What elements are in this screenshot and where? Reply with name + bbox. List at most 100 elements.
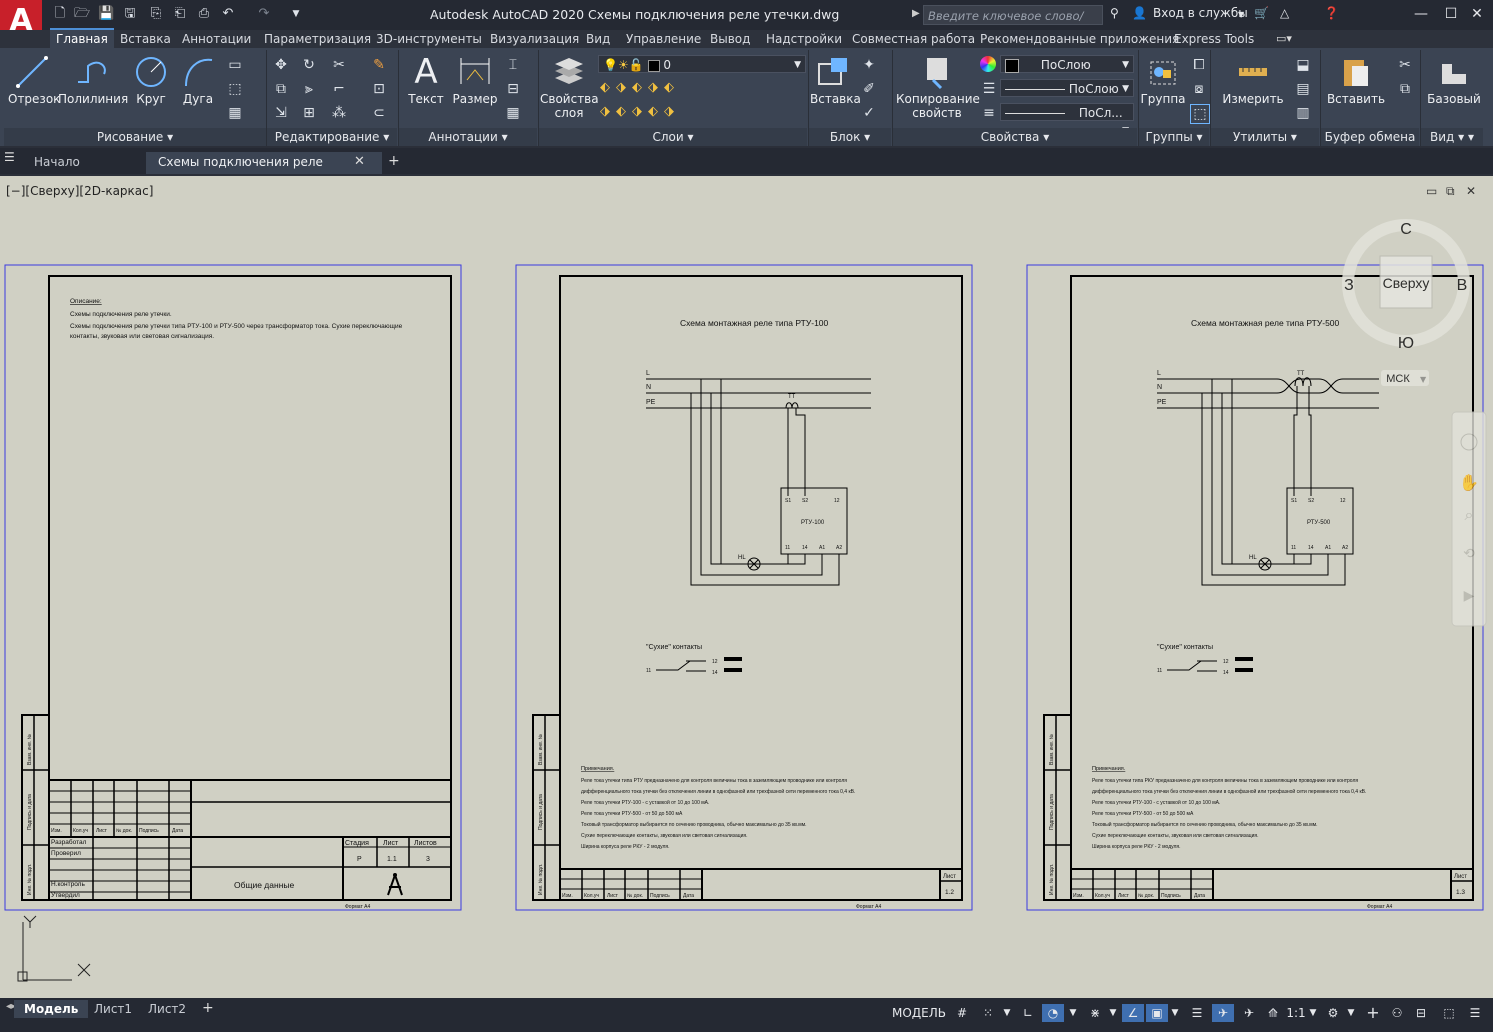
tab-start[interactable]: Начало (22, 152, 156, 174)
new-tab-icon[interactable]: + (388, 153, 400, 169)
annotation-scale-icon[interactable]: ⟰ (1262, 1004, 1284, 1022)
tab-ribbon-9[interactable]: Надстройки (760, 30, 848, 48)
copy-icon[interactable]: ⧉ (272, 80, 290, 98)
base-view-button[interactable]: Базовый (1426, 54, 1482, 106)
explode-icon[interactable]: ⊡ (370, 80, 388, 98)
sign-in-dropdown-icon[interactable]: ▼ (1238, 10, 1244, 19)
layer-tools-row2[interactable]: ⬗⬖⬗⬖⬗ (600, 104, 680, 119)
ortho-icon[interactable]: ∟ (1018, 1004, 1038, 1022)
close-button[interactable]: ✕ (1466, 4, 1488, 24)
groups-panel-title[interactable]: Группы ▾ (1139, 128, 1209, 146)
hardware-acceleration-icon[interactable]: ⊟ (1410, 1004, 1432, 1022)
save-icon[interactable]: 💾 (98, 6, 114, 22)
move-icon[interactable]: ✥ (272, 56, 290, 74)
table-icon[interactable]: ⊟ (504, 80, 522, 98)
line-button[interactable]: Отрезок (8, 54, 60, 106)
chevron-right-icon[interactable]: ▶ (912, 8, 920, 19)
match-properties-button[interactable]: Копирование свойств (896, 54, 980, 120)
ungroup-icon[interactable]: ⧠ (1190, 56, 1208, 74)
group-select-icon[interactable]: ⬚ (1190, 104, 1210, 124)
attribute-icon[interactable]: ✓ (860, 104, 878, 122)
tab-layout2[interactable]: Лист2 (138, 1000, 196, 1018)
quick-select-icon[interactable]: ⬓ (1294, 56, 1312, 74)
customize-icon[interactable]: ☰ (1464, 1004, 1486, 1022)
tab-menu-icon[interactable]: ☰ (4, 150, 15, 164)
tab-ribbon-10[interactable]: Совместная работа (846, 30, 981, 48)
layer-tools-row1[interactable]: ⬖⬗⬖⬗⬖ (600, 80, 680, 95)
utilities-panel-title[interactable]: Утилиты ▾ (1211, 128, 1319, 146)
snap-icon[interactable]: ⁙ (978, 1004, 998, 1022)
offset-icon[interactable]: ⊂ (370, 104, 388, 122)
maximize-button[interactable]: ☐ (1440, 4, 1462, 24)
tab-ribbon-7[interactable]: Управление (620, 30, 707, 48)
id-point-icon[interactable]: ▥ (1294, 104, 1312, 122)
close-tab-icon[interactable]: ✕ (354, 154, 365, 169)
user-icon[interactable]: 👤 (1132, 6, 1147, 20)
web-open-icon[interactable]: ⎘ (148, 6, 164, 22)
view-panel-title[interactable]: Вид ▾ ▾ (1421, 128, 1483, 146)
workspace-gear-icon[interactable]: ⚙ (1322, 1004, 1344, 1022)
group-edit-icon[interactable]: ⧇ (1190, 80, 1208, 98)
scale-dropdown-icon[interactable]: ▼ (1306, 1004, 1320, 1022)
arc-button[interactable]: Дуга (178, 54, 218, 106)
group-button[interactable]: Группа (1140, 54, 1186, 106)
mirror-icon[interactable]: ⫸ (300, 80, 318, 98)
undo-icon[interactable]: ↶ (220, 6, 236, 22)
otrack-icon[interactable]: ∠ (1122, 1004, 1144, 1022)
polyline-button[interactable]: Полилиния (58, 54, 128, 106)
autodesk-icon[interactable]: △ (1280, 6, 1289, 20)
layer-dropdown[interactable]: 💡☀🔓 0 ▼ (598, 55, 806, 73)
polar-dropdown-icon[interactable]: ▼ (1066, 1004, 1080, 1022)
layer-properties-button[interactable]: Свойства слоя (540, 54, 599, 120)
tab-ribbon-3[interactable]: Параметризация (258, 30, 377, 48)
properties-panel-title[interactable]: Свойства ▾ (893, 128, 1137, 146)
add-layout-icon[interactable]: + (202, 1000, 214, 1016)
calculator-icon[interactable]: ▤ (1294, 80, 1312, 98)
redo-icon[interactable]: ↷ (256, 6, 272, 22)
copy-clip-icon[interactable]: ⧉ (1396, 80, 1414, 98)
tab-ribbon-8[interactable]: Вывод (704, 30, 756, 48)
lineweight-dropdown[interactable]: ПоСл... ▼ (1000, 103, 1134, 136)
ribbon-toggle-icon[interactable]: ▭▾ (1276, 32, 1292, 45)
create-block-icon[interactable]: ✦ (860, 56, 878, 74)
isolate-icon[interactable]: ⚇ (1386, 1004, 1408, 1022)
measure-button[interactable]: Измерить (1222, 54, 1284, 106)
polar-icon[interactable]: ◔ (1042, 1004, 1064, 1022)
grid-icon[interactable]: # (952, 1004, 972, 1022)
cut-icon[interactable]: ✂ (1396, 56, 1414, 74)
tab-ribbon-4[interactable]: 3D-инструменты (370, 30, 488, 48)
tab-ribbon-1[interactable]: Вставка (114, 30, 177, 48)
layers-panel-title[interactable]: Слои ▾ (539, 128, 807, 146)
annotation-visibility-icon[interactable]: ✈ (1212, 1004, 1234, 1022)
tab-ribbon-11[interactable]: Рекомендованные приложения (974, 30, 1185, 48)
trim-icon[interactable]: ✂ (330, 56, 348, 74)
tab-model[interactable]: Модель (14, 1000, 89, 1018)
leader-icon[interactable]: ⌶ (504, 56, 522, 74)
linetype-dropdown[interactable]: ПоСлою ▼ (1000, 79, 1134, 97)
erase-icon[interactable]: ✎ (370, 56, 388, 74)
color-dropdown[interactable]: ПоСлою ▼ (1000, 55, 1134, 73)
qat-dropdown-icon[interactable]: ▼ (288, 6, 304, 22)
tab-current-drawing[interactable]: Схемы подключения реле утечки* (146, 152, 382, 189)
binoculars-icon[interactable]: ⚲ (1110, 6, 1119, 20)
help-icon[interactable]: ❓ (1324, 6, 1339, 20)
array-icon[interactable]: ⁂ (330, 104, 348, 122)
new-icon[interactable]: 🗋 (52, 6, 68, 22)
osnap-icon[interactable]: ▣ (1146, 1004, 1168, 1022)
stretch-icon[interactable]: ⇲ (272, 104, 290, 122)
scale-icon[interactable]: ⊞ (300, 104, 318, 122)
insert-block-button[interactable]: Вставка (810, 54, 861, 106)
edit-block-icon[interactable]: ✐ (860, 80, 878, 98)
osnap-dropdown-icon[interactable]: ▼ (1168, 1004, 1182, 1022)
tab-layout1[interactable]: Лист1 (84, 1000, 142, 1018)
modify-panel-title[interactable]: Редактирование ▾ (267, 128, 397, 146)
minimize-button[interactable]: — (1410, 4, 1432, 24)
isodraft-icon[interactable]: ⋇ (1084, 1004, 1106, 1022)
fillet-icon[interactable]: ⌐ (330, 80, 348, 98)
circle-button[interactable]: Круг (130, 54, 172, 106)
tab-ribbon-5[interactable]: Визуализация (484, 30, 585, 48)
dimension-button[interactable]: Размер (452, 54, 498, 106)
cart-icon[interactable]: 🛒 (1254, 6, 1269, 20)
iso-dropdown-icon[interactable]: ▼ (1106, 1004, 1120, 1022)
clipboard-panel-title[interactable]: Буфер обмена (1321, 128, 1419, 146)
